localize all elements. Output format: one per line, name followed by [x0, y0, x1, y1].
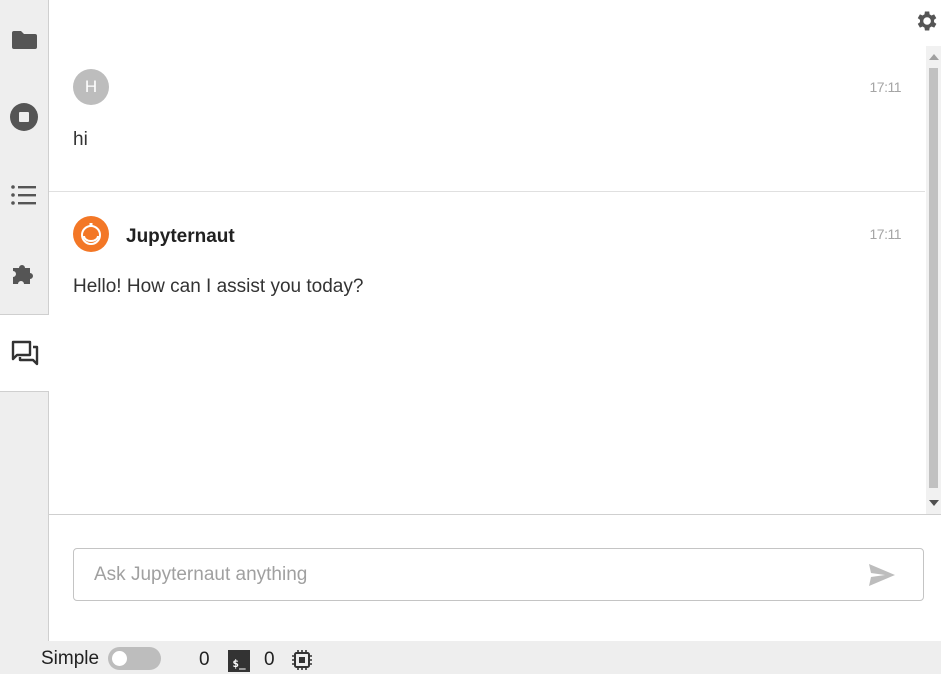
chat-input[interactable]	[74, 549, 874, 600]
sidebar-item-chat[interactable]	[0, 314, 49, 392]
chat-message: Jupyternaut 17:11 Hello! How can I assis…	[49, 192, 925, 372]
terminal-icon-text: $_	[232, 657, 246, 670]
jupyternaut-avatar-icon	[73, 216, 109, 252]
input-divider	[49, 514, 941, 515]
message-body: Hello! How can I assist you today?	[73, 276, 364, 297]
kernel-count[interactable]: 0	[199, 649, 210, 671]
message-list: H 17:11 hi Jupyternaut 17:11 Hello! How …	[49, 46, 925, 514]
scroll-up-arrow-icon[interactable]	[929, 54, 939, 60]
terminal-count[interactable]: 0	[264, 649, 275, 671]
message-sender: Jupyternaut	[126, 226, 235, 247]
avatar: H	[73, 69, 109, 105]
left-sidebar	[0, 0, 49, 641]
message-timestamp: 17:11	[869, 79, 902, 95]
puzzle-icon	[13, 265, 33, 284]
chat-message: H 17:11 hi	[49, 46, 925, 192]
sidebar-item-file-browser[interactable]	[0, 0, 48, 78]
cpu-icon[interactable]	[291, 649, 313, 671]
gear-icon[interactable]	[913, 8, 939, 34]
message-body: hi	[73, 129, 88, 150]
sidebar-item-extensions[interactable]	[0, 234, 48, 312]
sidebar-item-running[interactable]	[0, 78, 48, 156]
list-icon	[11, 185, 36, 205]
folder-icon	[12, 31, 37, 49]
terminal-icon[interactable]: $_	[228, 650, 250, 672]
scroll-thumb[interactable]	[929, 68, 938, 488]
simple-mode-label: Simple	[41, 648, 100, 669]
avatar-initial: H	[84, 77, 98, 96]
chat-icon	[11, 340, 38, 366]
message-scrollbar[interactable]	[926, 46, 941, 514]
toggle-knob	[112, 651, 127, 666]
chat-panel: H 17:11 hi Jupyternaut 17:11 Hello! How …	[49, 0, 941, 641]
sidebar-item-table-of-contents[interactable]	[0, 156, 48, 234]
message-timestamp: 17:11	[869, 226, 902, 242]
scroll-down-arrow-icon[interactable]	[929, 500, 939, 506]
chat-input-box[interactable]	[73, 548, 924, 601]
stop-circle-icon	[10, 103, 38, 131]
send-icon[interactable]	[867, 562, 897, 588]
simple-mode-toggle[interactable]	[108, 647, 161, 670]
